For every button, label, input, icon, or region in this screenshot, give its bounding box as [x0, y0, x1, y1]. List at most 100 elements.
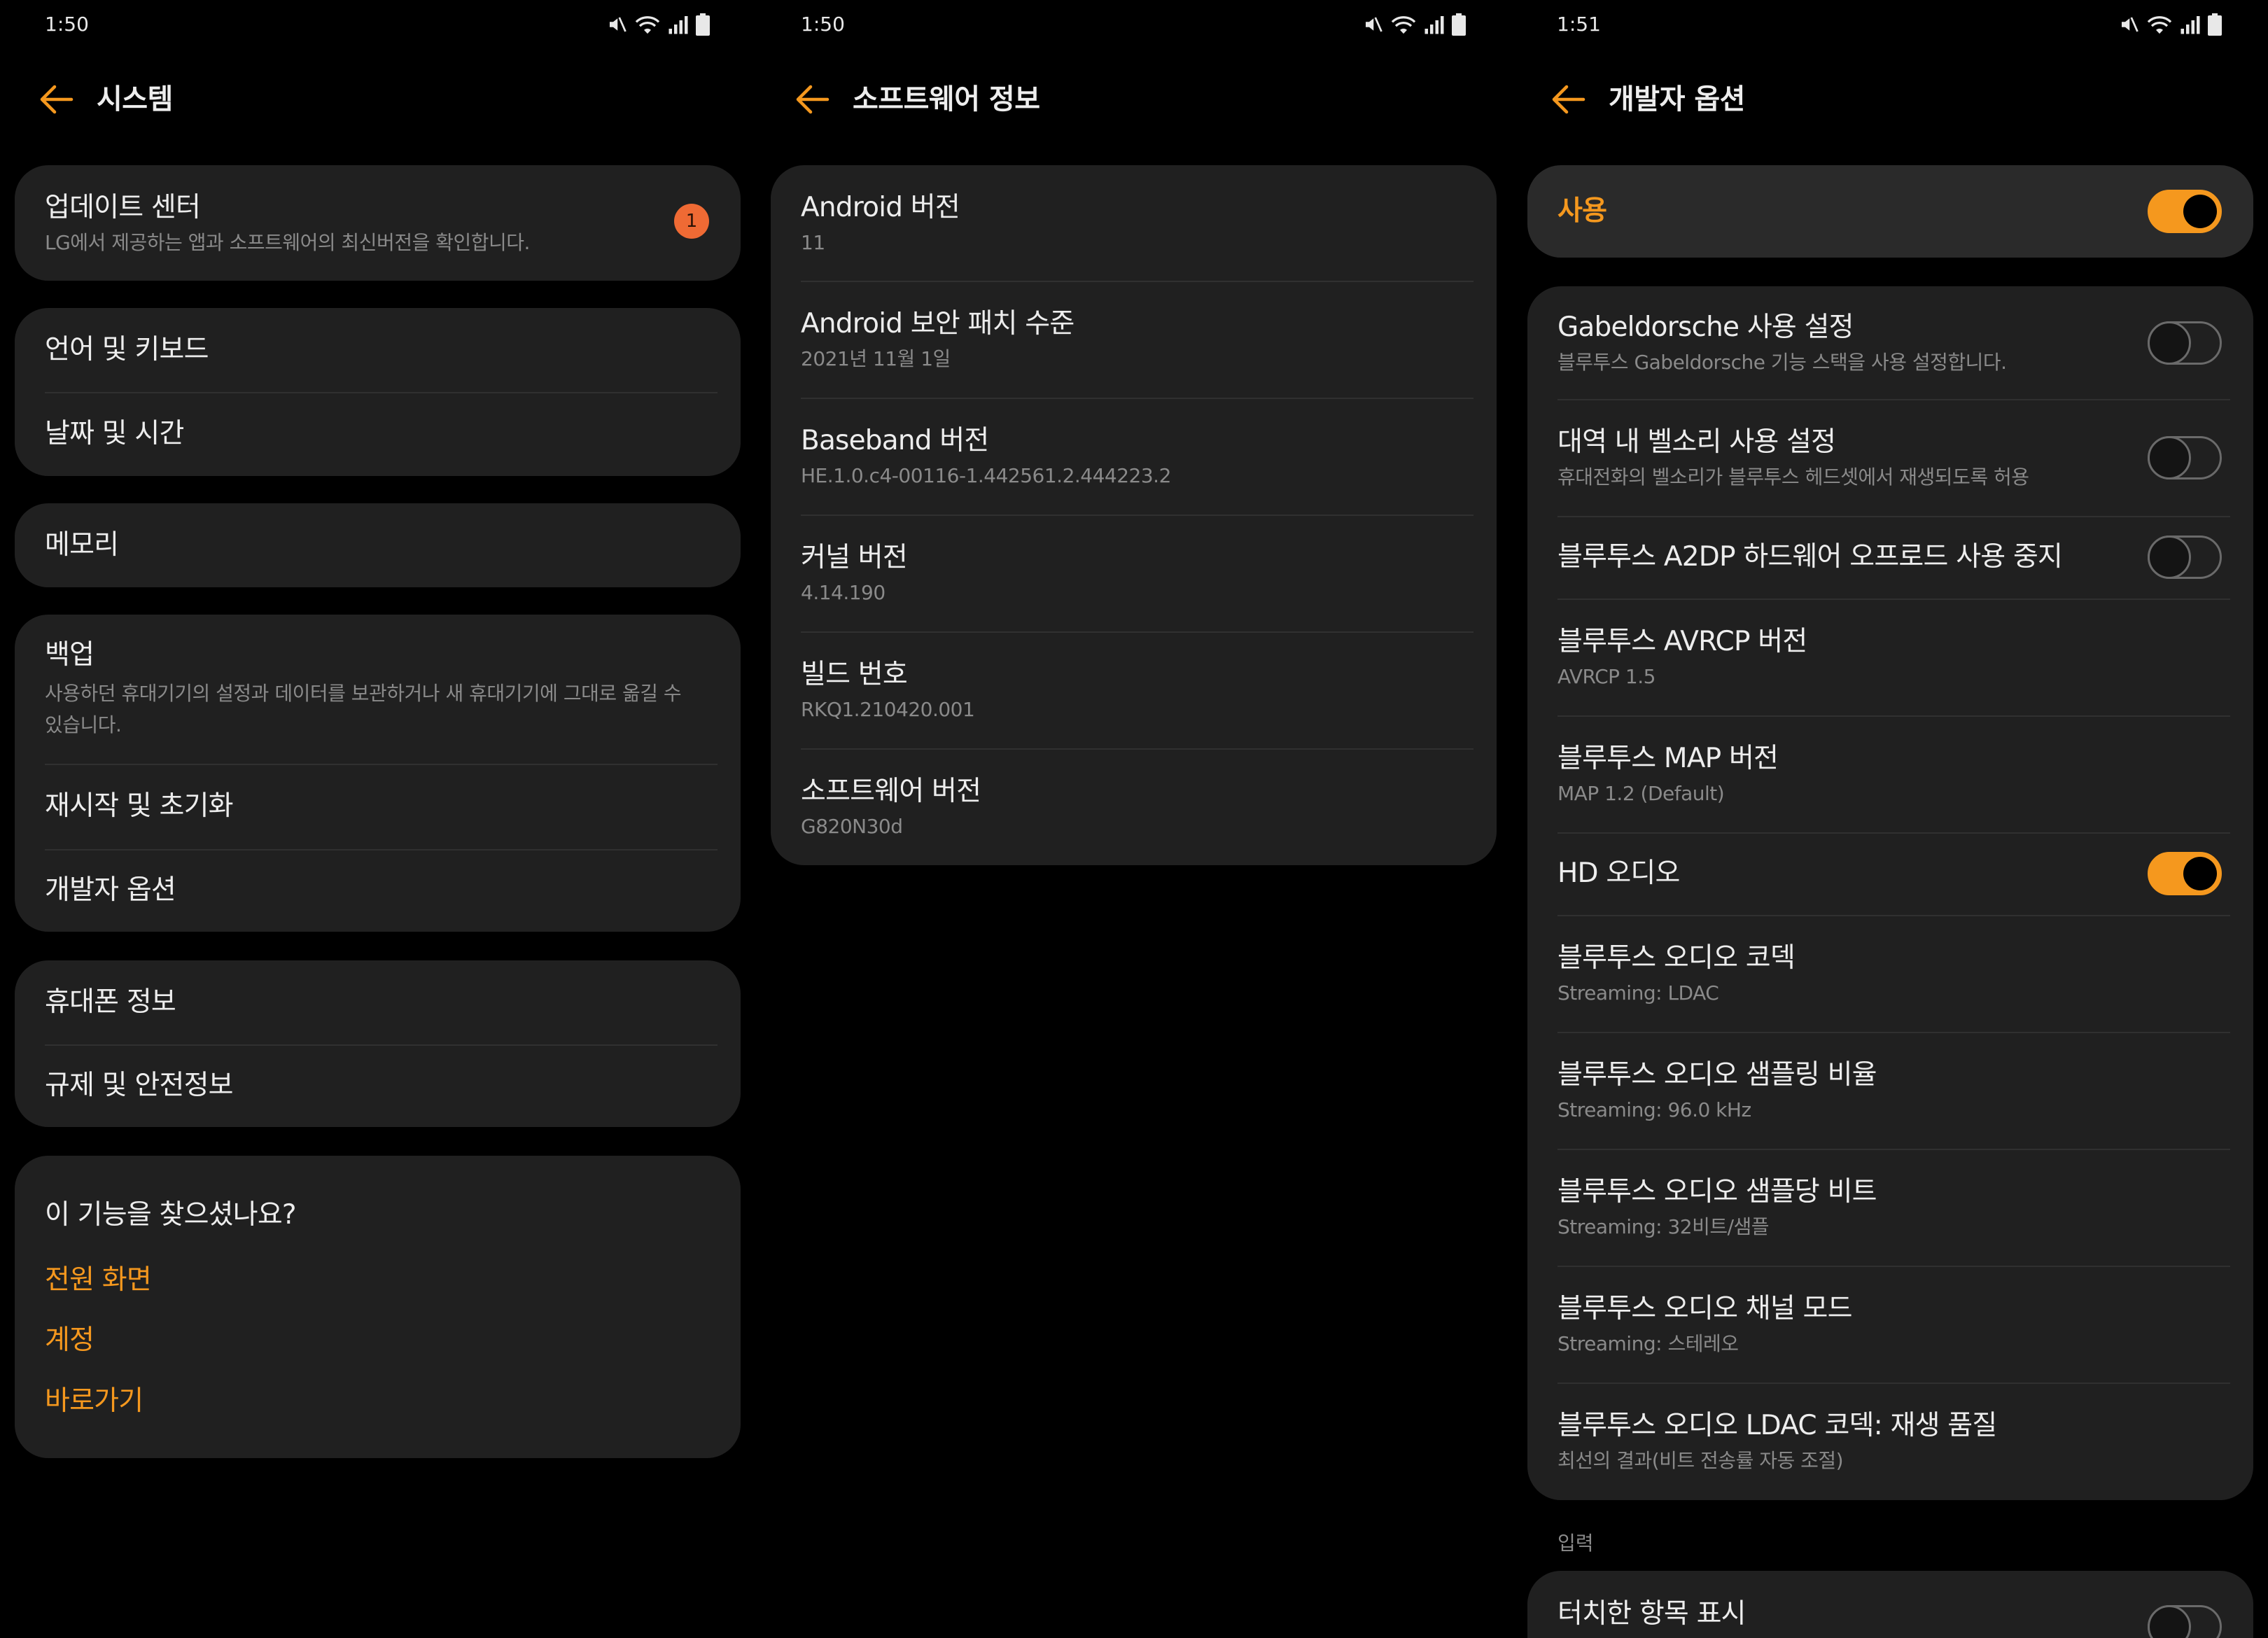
suggestion-link-power-screen[interactable]: 전원 화면: [45, 1264, 152, 1297]
update-center-item[interactable]: 업데이트 센터 LG에서 제공하는 앱과 소프트웨어의 최신버전을 확인합니다.…: [15, 165, 741, 281]
item-label: 메모리: [45, 529, 119, 561]
arrow-left-icon: [40, 85, 74, 114]
regulatory-safety-item[interactable]: 규제 및 안전정보: [15, 1044, 741, 1127]
suggestion-link-accounts[interactable]: 계정: [45, 1324, 94, 1357]
toggle-knob: [2183, 857, 2217, 890]
arrow-left-icon: [796, 85, 830, 114]
audio-codec-item[interactable]: 블루투스 오디오 코덱 Streaming: LDAC: [1527, 915, 2253, 1032]
show-taps-item[interactable]: 터치한 항목 표시: [1527, 1571, 2253, 1638]
item-summary: Streaming: 32비트/샘플: [1558, 1214, 1770, 1238]
status-time: 1:50: [801, 13, 845, 36]
in-band-ringtone-toggle[interactable]: [2148, 435, 2222, 479]
item-value: 11: [801, 230, 825, 254]
item-label: 블루투스 오디오 채널 모드: [1558, 1292, 1852, 1324]
item-label: 날짜 및 시간: [45, 418, 184, 449]
item-value: 4.14.190: [801, 580, 886, 604]
restart-reset-item[interactable]: 재시작 및 초기화: [15, 764, 741, 849]
item-summary: 최선의 결과(비트 전송률 자동 조절): [1558, 1449, 1844, 1472]
update-count-badge: 1: [674, 204, 709, 239]
item-label: 빌드 번호: [801, 658, 908, 690]
section-header-input: 입력: [1558, 1532, 1594, 1555]
baseband-version-item[interactable]: Baseband 버전 HE.1.0.c4-00116-1.442561.2.4…: [771, 398, 1497, 514]
sample-rate-item[interactable]: 블루투스 오디오 샘플링 비율 Streaming: 96.0 kHz: [1527, 1032, 2253, 1149]
item-label: 터치한 항목 표시: [1558, 1598, 1746, 1630]
date-time-item[interactable]: 날짜 및 시간: [15, 392, 741, 476]
status-time: 1:51: [1557, 13, 1601, 36]
security-patch-item[interactable]: Android 보안 패치 수준 2021년 11월 1일: [771, 281, 1497, 398]
item-label: HD 오디오: [1558, 858, 1680, 889]
software-info-card: Android 버전 11 Android 보안 패치 수준 2021년 11월…: [771, 165, 1497, 865]
item-label: 블루투스 A2DP 하드웨어 오프로드 사용 중지: [1558, 541, 2063, 573]
in-band-ringtone-item[interactable]: 대역 내 벨소리 사용 설정 휴대전화의 벨소리가 블루투스 헤드셋에서 재생되…: [1527, 399, 2253, 516]
item-summary: Streaming: 96.0 kHz: [1558, 1098, 1751, 1121]
item-label: 블루투스 오디오 샘플당 비트: [1558, 1175, 1877, 1208]
battery-icon: [2208, 13, 2222, 36]
kernel-version-item[interactable]: 커널 버전 4.14.190: [771, 514, 1497, 631]
developer-master-switch-row[interactable]: 사용: [1527, 165, 2253, 258]
battery-icon: [1452, 13, 1466, 36]
status-icons: [606, 13, 710, 36]
gabeldorsche-item[interactable]: Gabeldorsche 사용 설정 블루투스 Gabeldorsche 기능 …: [1527, 286, 2253, 399]
item-label: 커널 버전: [801, 541, 908, 573]
developer-master-card: 사용: [1527, 165, 2253, 258]
backup-item[interactable]: 백업 사용하던 휴대기기의 설정과 데이터를 보관하거나 새 휴대기기에 그대로…: [15, 615, 741, 764]
android-version-item[interactable]: Android 버전 11: [771, 165, 1497, 281]
back-button[interactable]: [38, 83, 74, 116]
item-value: G820N30d: [801, 814, 903, 838]
bits-per-sample-item[interactable]: 블루투스 오디오 샘플당 비트 Streaming: 32비트/샘플: [1527, 1149, 2253, 1266]
gabeldorsche-toggle[interactable]: [2148, 321, 2222, 365]
item-label: 블루투스 오디오 샘플링 비율: [1558, 1058, 1877, 1091]
item-label: Android 버전: [801, 191, 960, 223]
developer-options-item[interactable]: 개발자 옵션: [15, 849, 741, 932]
memory-item[interactable]: 메모리: [15, 503, 741, 587]
volume-mute-icon: [1362, 14, 1383, 35]
avrcp-version-item[interactable]: 블루투스 AVRCP 버전 AVRCP 1.5: [1527, 598, 2253, 715]
summary-line: 있습니다.: [45, 713, 122, 736]
input-options-card: 터치한 항목 표시: [1527, 1571, 2253, 1638]
software-info-screen: 1:50 소프트웨어 정보 Android 버전 11 Android 보안 패…: [756, 0, 1512, 1638]
item-summary: MAP 1.2 (Default): [1558, 781, 1725, 805]
back-button[interactable]: [1550, 83, 1586, 116]
cell-signal-icon: [2180, 14, 2201, 35]
item-label: 백업: [45, 638, 94, 671]
hd-audio-item[interactable]: HD 오디오: [1527, 832, 2253, 915]
item-label: 재시작 및 초기화: [45, 790, 234, 822]
item-value: HE.1.0.c4-00116-1.442561.2.444223.2: [801, 463, 1171, 487]
software-version-item[interactable]: 소프트웨어 버전 G820N30d: [771, 748, 1497, 865]
suggestions-heading: 이 기능을 찾으셨나요?: [45, 1199, 297, 1231]
item-summary: 블루투스 Gabeldorsche 기능 스택을 사용 설정합니다.: [1558, 350, 2007, 374]
suggestions-card: 이 기능을 찾으셨나요? 전원 화면 계정 바로가기: [15, 1156, 741, 1458]
channel-mode-item[interactable]: 블루투스 오디오 채널 모드 Streaming: 스테레오: [1527, 1266, 2253, 1382]
hd-audio-toggle[interactable]: [2148, 852, 2222, 895]
master-toggle[interactable]: [2148, 190, 2222, 233]
battery-icon: [696, 13, 710, 36]
suggestion-link-shortcuts[interactable]: 바로가기: [45, 1385, 144, 1418]
summary-line: 사용하던 휴대기기의 설정과 데이터를 보관하거나 새 휴대기기에 그대로 옮길…: [45, 681, 682, 705]
a2dp-offload-toggle[interactable]: [2148, 536, 2222, 579]
item-label: 언어 및 키보드: [45, 334, 209, 365]
wifi-icon: [634, 14, 661, 35]
item-value: 2021년 11월 1일: [801, 346, 951, 370]
back-button[interactable]: [794, 83, 830, 116]
system-screen: 1:50 시스템 업데이트 센터 LG에서 제공하는 앱과 소프트웨어의 최신버…: [0, 0, 756, 1638]
cell-signal-icon: [668, 14, 689, 35]
ldac-quality-item[interactable]: 블루투스 오디오 LDAC 코덱: 재생 품질 최선의 결과(비트 전송률 자동…: [1527, 1382, 2253, 1500]
language-keyboard-item[interactable]: 언어 및 키보드: [15, 308, 741, 392]
page-title: 소프트웨어 정보: [853, 83, 1040, 115]
a2dp-offload-item[interactable]: 블루투스 A2DP 하드웨어 오프로드 사용 중지: [1527, 516, 2253, 598]
item-value: RKQ1.210420.001: [801, 697, 975, 721]
item-summary: AVRCP 1.5: [1558, 664, 1656, 688]
page-title: 개발자 옵션: [1609, 83, 1745, 115]
item-label: 업데이트 센터: [45, 191, 201, 223]
show-taps-toggle[interactable]: [2148, 1605, 2222, 1638]
item-label: Baseband 버전: [801, 424, 989, 456]
item-summary: 휴대전화의 벨소리가 블루투스 헤드셋에서 재생되도록 허용: [1558, 465, 2029, 489]
developer-options-screen: 1:51 개발자 옵션 사용 Gabeldorsche 사용 설정 블루투스 G…: [1512, 0, 2268, 1638]
status-time: 1:50: [45, 13, 89, 36]
phone-info-item[interactable]: 휴대폰 정보: [15, 960, 741, 1044]
build-number-item[interactable]: 빌드 번호 RKQ1.210420.001: [771, 631, 1497, 748]
map-version-item[interactable]: 블루투스 MAP 버전 MAP 1.2 (Default): [1527, 715, 2253, 832]
item-summary: 사용하던 휴대기기의 설정과 데이터를 보관하거나 새 휴대기기에 그대로 옮길…: [45, 678, 713, 741]
item-summary: LG에서 제공하는 앱과 소프트웨어의 최신버전을 확인합니다.: [45, 230, 530, 254]
toggle-knob: [2183, 195, 2217, 228]
